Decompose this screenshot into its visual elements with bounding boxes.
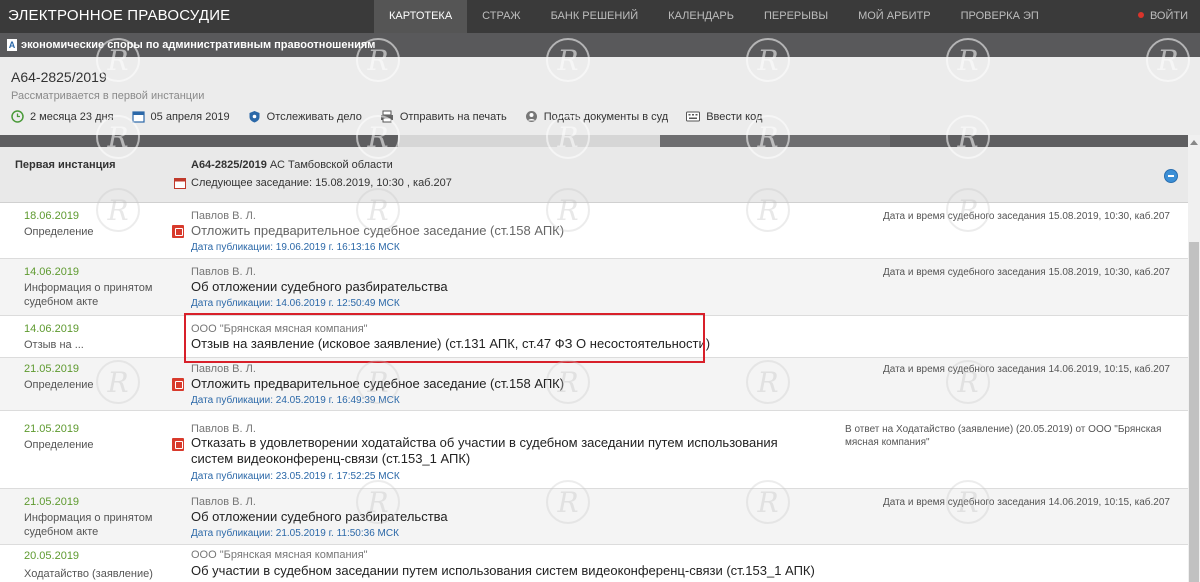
tab-calendar[interactable] [660, 135, 890, 147]
document-type: Определение [24, 439, 94, 451]
enter-code-label: Ввести код [706, 110, 763, 123]
document-published: Дата публикации: 24.05.2019 г. 16:49:39 … [191, 395, 400, 406]
top-navigation-bar: ЭЛЕКТРОННОЕ ПРАВОСУДИЕ КАРТОТЕКА СТРАЖ Б… [0, 0, 1200, 33]
track-case-button[interactable]: Отслеживать дело [248, 110, 362, 123]
login-button[interactable]: ВОЙТИ [1137, 0, 1188, 33]
case-registration-date-label: 05 апреля 2019 [150, 110, 230, 123]
calendar-icon [174, 178, 186, 189]
document-author: Павлов В. Л. [191, 363, 256, 375]
document-type: Ходатайство (заявление) [24, 568, 153, 580]
nav-item-kartoteka[interactable]: КАРТОТЕКА [374, 0, 468, 33]
document-type: Отзыв на ... [24, 339, 84, 351]
document-note: Дата и время судебного заседания 15.08.2… [882, 267, 1170, 278]
case-status: Рассматривается в первой инстанции [11, 90, 205, 102]
document-title[interactable]: Об отложении судебного разбирательства [191, 509, 831, 525]
document-row: 21.05.2019 Информация о принятом судебно… [0, 489, 1188, 545]
login-label: ВОЙТИ [1149, 10, 1188, 22]
print-label: Отправить на печать [399, 110, 507, 123]
document-type: Информация о принятом судебном акте [24, 282, 153, 308]
next-hearing-label: Следующее заседание: 15.08.2019, 10:30 ,… [191, 177, 452, 189]
site-brand[interactable]: ЭЛЕКТРОННОЕ ПРАВОСУДИЕ [8, 7, 230, 24]
nav-item-pereryvy[interactable]: ПЕРЕРЫВЫ [749, 0, 843, 33]
case-duration: 2 месяца 23 дня [11, 110, 114, 123]
document-row: 14.06.2019 Информация о принятом судебно… [0, 259, 1188, 316]
track-case-label: Отслеживать дело [266, 110, 362, 123]
scrollbar-thumb[interactable] [1189, 242, 1199, 582]
nav-item-kalendar[interactable]: КАЛЕНДАРЬ [653, 0, 749, 33]
document-row: 21.05.2019 Определение Павлов В. Л. Отло… [0, 358, 1188, 411]
clock-back-icon [11, 110, 24, 123]
enter-code-button[interactable]: Ввести код [686, 111, 762, 123]
submit-documents-label: Подать документы в суд [543, 110, 669, 123]
document-title[interactable]: Об участии в судебном заседании путем ис… [191, 563, 891, 579]
tab-electronic-case[interactable] [398, 135, 660, 147]
scroll-up-arrow-icon[interactable] [1190, 140, 1198, 145]
case-duration-label: 2 месяца 23 дня [30, 110, 114, 123]
document-published: Дата публикации: 19.06.2019 г. 16:13:16 … [191, 242, 400, 253]
upload-user-icon [525, 111, 537, 122]
document-published: Дата публикации: 23.05.2019 г. 17:52:25 … [191, 471, 400, 482]
case-registration-date: 05 апреля 2019 [131, 110, 230, 123]
arbitration-type-icon: А [7, 39, 17, 51]
document-published: Дата публикации: 14.06.2019 г. 12:50:49 … [191, 298, 400, 309]
case-header: А64-2825/2019 Рассматривается в первой и… [0, 57, 1200, 135]
document-author: Павлов В. Л. [191, 266, 256, 278]
instance-case: А64-2825/2019 АС Тамбовской области [191, 159, 393, 171]
status-dot-icon [1137, 12, 1144, 18]
document-type: Определение [24, 379, 94, 391]
pdf-icon[interactable] [172, 378, 184, 391]
nav-item-moy-arbitr[interactable]: МОЙ АРБИТР [843, 0, 946, 33]
case-category-bar: А экономические споры по административны… [0, 33, 1200, 57]
nav-item-proverka-ep[interactable]: ПРОВЕРКА ЭП [946, 0, 1054, 33]
pdf-icon[interactable] [172, 225, 184, 238]
pdf-icon[interactable] [172, 438, 184, 451]
document-note: Дата и время судебного заседания 14.06.2… [882, 497, 1170, 508]
document-published: Дата публикации: 21.05.2019 г. 11:50:36 … [191, 528, 399, 539]
shield-eye-icon [249, 111, 260, 123]
instance-case-number: А64-2825/2019 [191, 159, 267, 171]
document-title[interactable]: Отказать в удовлетворении ходатайства об… [191, 435, 791, 467]
document-date: 18.06.2019 [24, 210, 80, 222]
document-title[interactable]: Об отложении судебного разбирательства [191, 279, 831, 295]
print-button[interactable]: Отправить на печать [380, 110, 507, 123]
submit-documents-button[interactable]: Подать документы в суд [525, 110, 668, 123]
main-nav: КАРТОТЕКА СТРАЖ БАНК РЕШЕНИЙ КАЛЕНДАРЬ П… [374, 0, 1054, 33]
highlight-box [184, 313, 705, 363]
document-note: Дата и время судебного заседания 14.06.2… [882, 364, 1170, 375]
document-date: 21.05.2019 [24, 363, 80, 375]
document-row: 18.06.2019 Определение Павлов В. Л. Отло… [0, 203, 1188, 259]
keyboard-icon [686, 111, 701, 122]
collapse-instance-icon[interactable] [1164, 169, 1178, 183]
document-title[interactable]: Отложить предварительное судебное заседа… [191, 223, 831, 239]
document-type: Определение [24, 226, 94, 238]
document-date: 21.05.2019 [24, 423, 80, 435]
instance-title: Первая инстанция [15, 159, 116, 171]
case-category: экономические споры по административным … [21, 39, 376, 51]
document-author: Павлов В. Л. [191, 496, 256, 508]
document-title[interactable]: Отложить предварительное судебное заседа… [191, 376, 831, 392]
document-author: Павлов В. Л. [191, 423, 256, 435]
document-row: 21.05.2019 Определение Павлов В. Л. Отка… [0, 411, 1188, 489]
case-toolbar: 2 месяца 23 дня 05 апреля 2019 Отслежива… [11, 110, 780, 123]
printer-icon [380, 110, 393, 123]
document-row: 20.05.2019 Ходатайство (заявление) ООО "… [0, 545, 1188, 582]
document-author: Павлов В. Л. [191, 210, 256, 222]
calendar-icon [131, 111, 145, 123]
document-date: 20.05.2019 [24, 550, 80, 562]
next-hearing: Следующее заседание: 15.08.2019, 10:30 ,… [174, 177, 452, 189]
document-note: Дата и время судебного заседания 15.08.2… [882, 211, 1170, 222]
document-note: В ответ на Ходатайство (заявление) (20.0… [845, 424, 1162, 448]
document-date: 14.06.2019 [24, 323, 80, 335]
document-date: 21.05.2019 [24, 496, 80, 508]
instance-court: АС Тамбовской области [269, 159, 393, 171]
nav-item-strazh[interactable]: СТРАЖ [467, 0, 535, 33]
document-date: 14.06.2019 [24, 266, 80, 278]
document-type: Информация о принятом судебном акте [24, 512, 153, 538]
instance-header[interactable]: Первая инстанция А64-2825/2019 АС Тамбов… [0, 147, 1188, 203]
case-number: А64-2825/2019 [11, 69, 107, 85]
case-tabs [0, 135, 1190, 147]
document-author: ООО "Брянская мясная компания" [191, 549, 368, 561]
nav-item-bank-resheniy[interactable]: БАНК РЕШЕНИЙ [536, 0, 654, 33]
